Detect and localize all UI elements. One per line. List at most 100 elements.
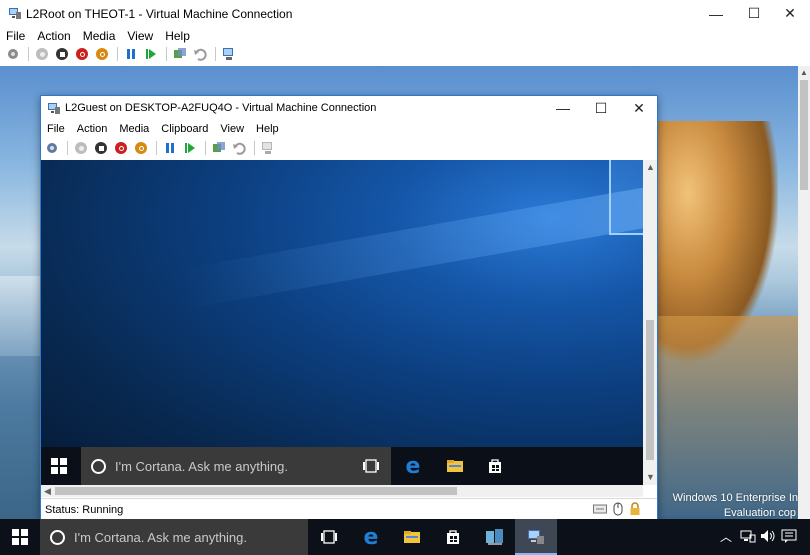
hyper-v-manager-icon[interactable]	[484, 527, 506, 547]
host-menu-action[interactable]: Action	[31, 29, 76, 43]
pause-icon[interactable]	[161, 139, 179, 157]
task-view-icon[interactable]	[318, 527, 340, 547]
host-scroll-thumb[interactable]	[800, 80, 808, 190]
resume-icon[interactable]	[181, 139, 199, 157]
toolbar-separator	[215, 47, 216, 61]
wallpaper-windows-logo-pane	[609, 160, 643, 235]
scroll-left-arrow-icon[interactable]: ◀	[44, 486, 51, 497]
cortana-icon	[91, 458, 106, 474]
ctrl-alt-del-icon[interactable]	[4, 45, 22, 63]
power-icon[interactable]	[132, 139, 150, 157]
file-explorer-icon[interactable]	[445, 456, 465, 476]
start-button-windows-icon[interactable]	[51, 458, 67, 474]
guest-window-title: L2Guest on DESKTOP-A2FUQ4O - Virtual Mac…	[65, 102, 377, 114]
vm-status-text: Status: Running	[45, 504, 124, 516]
watermark-line-1: Windows 10 Enterprise In	[672, 492, 798, 504]
volume-icon[interactable]	[760, 529, 776, 543]
vm-connection-icon	[48, 103, 60, 114]
store-icon[interactable]	[442, 527, 464, 547]
toolbar-separator	[254, 141, 255, 155]
start-disabled-icon[interactable]	[72, 139, 90, 157]
toolbar-separator	[67, 141, 68, 155]
guest-menu-help[interactable]: Help	[250, 123, 285, 135]
host-taskbar: I'm Cortana. Ask me anything. e ︿	[0, 519, 810, 555]
shut-down-icon[interactable]	[112, 139, 130, 157]
mouse-icon	[613, 502, 623, 516]
watermark-line-2: Evaluation cop	[723, 507, 796, 519]
guest-minimize-button[interactable]: —	[543, 96, 583, 120]
toolbar-separator	[205, 141, 206, 155]
guest-toolbar	[43, 139, 279, 157]
resume-icon[interactable]	[142, 45, 160, 63]
revert-icon[interactable]	[191, 45, 209, 63]
host-menu-help[interactable]: Help	[159, 29, 196, 43]
cortana-icon	[50, 529, 65, 545]
file-explorer-icon[interactable]	[401, 527, 423, 547]
start-button-windows-icon[interactable]	[12, 529, 28, 545]
host-window-title: L2Root on THEOT-1 - Virtual Machine Conn…	[26, 7, 293, 21]
edge-browser-icon[interactable]: e	[403, 454, 423, 479]
enhanced-session-disabled-icon[interactable]	[259, 139, 277, 157]
vm-connection-icon	[9, 8, 21, 19]
guest-menu-action[interactable]: Action	[71, 123, 114, 135]
action-center-icon[interactable]	[781, 529, 797, 543]
host-menu-view[interactable]: View	[121, 29, 159, 43]
guest-title-bar[interactable]: L2Guest on DESKTOP-A2FUQ4O - Virtual Mac…	[41, 96, 657, 121]
power-icon[interactable]	[93, 45, 111, 63]
scroll-up-arrow-icon[interactable]: ▲	[800, 68, 808, 77]
guest-cortana-search-box[interactable]: I'm Cortana. Ask me anything.	[81, 447, 391, 485]
guest-horizontal-scrollbar[interactable]: ◀	[41, 485, 643, 497]
guest-vm-window[interactable]: L2Guest on DESKTOP-A2FUQ4O - Virtual Mac…	[40, 95, 658, 519]
host-menu-file[interactable]: File	[0, 29, 31, 43]
guest-hscroll-thumb[interactable]	[55, 487, 457, 495]
host-title-bar[interactable]: L2Root on THEOT-1 - Virtual Machine Conn…	[0, 0, 810, 27]
wallpaper-light-beam	[181, 171, 643, 309]
show-hidden-icons-chevron-icon[interactable]: ︿	[720, 528, 732, 545]
keyboard-icon	[593, 504, 607, 514]
guest-menu-media[interactable]: Media	[113, 123, 155, 135]
scroll-down-arrow-icon[interactable]: ▼	[646, 472, 655, 482]
guest-cortana-placeholder: I'm Cortana. Ask me anything.	[115, 458, 289, 474]
guest-status-bar: Status: Running	[41, 498, 657, 519]
task-view-icon[interactable]	[361, 456, 381, 476]
guest-menu-clipboard[interactable]: Clipboard	[155, 123, 214, 135]
guest-menu-file[interactable]: File	[41, 123, 71, 135]
guest-menu-bar: File Action Media Clipboard View Help	[41, 121, 285, 137]
edge-browser-icon[interactable]: e	[360, 525, 382, 550]
guest-taskbar: I'm Cortana. Ask me anything. e	[41, 447, 643, 485]
guest-vscroll-thumb[interactable]	[646, 320, 654, 460]
store-icon[interactable]	[485, 456, 505, 476]
toolbar-separator	[156, 141, 157, 155]
host-cortana-search-box[interactable]: I'm Cortana. Ask me anything.	[40, 519, 308, 555]
checkpoint-icon[interactable]	[210, 139, 228, 157]
toolbar-separator	[166, 47, 167, 61]
host-menu-bar: File Action Media View Help	[0, 27, 196, 44]
guest-vertical-scrollbar[interactable]: ▲ ▼	[643, 160, 657, 485]
guest-menu-view[interactable]: View	[214, 123, 250, 135]
ctrl-alt-del-icon[interactable]	[43, 139, 61, 157]
host-menu-media[interactable]: Media	[77, 29, 122, 43]
host-close-button[interactable]: ✕	[770, 0, 810, 27]
enhanced-session-icon[interactable]	[220, 45, 238, 63]
start-disabled-icon[interactable]	[33, 45, 51, 63]
guest-desktop-screen[interactable]: I'm Cortana. Ask me anything. e	[41, 160, 643, 485]
network-icon[interactable]	[740, 529, 756, 543]
host-toolbar	[4, 45, 240, 63]
scroll-up-arrow-icon[interactable]: ▲	[646, 162, 655, 172]
host-vertical-scrollbar[interactable]: ▲	[798, 66, 810, 519]
checkpoint-icon[interactable]	[171, 45, 189, 63]
revert-icon[interactable]	[230, 139, 248, 157]
host-cortana-placeholder: I'm Cortana. Ask me anything.	[74, 529, 248, 545]
shut-down-icon[interactable]	[73, 45, 91, 63]
turn-off-icon[interactable]	[53, 45, 71, 63]
toolbar-separator	[28, 47, 29, 61]
vm-connection-taskbar-icon[interactable]	[525, 527, 547, 547]
guest-close-button[interactable]: ✕	[619, 96, 659, 120]
turn-off-icon[interactable]	[92, 139, 110, 157]
host-minimize-button[interactable]: —	[696, 0, 736, 27]
toolbar-separator	[117, 47, 118, 61]
pause-icon[interactable]	[122, 45, 140, 63]
lock-icon	[630, 502, 640, 515]
guest-maximize-button[interactable]: ☐	[581, 96, 621, 120]
host-maximize-button[interactable]: ☐	[734, 0, 774, 27]
